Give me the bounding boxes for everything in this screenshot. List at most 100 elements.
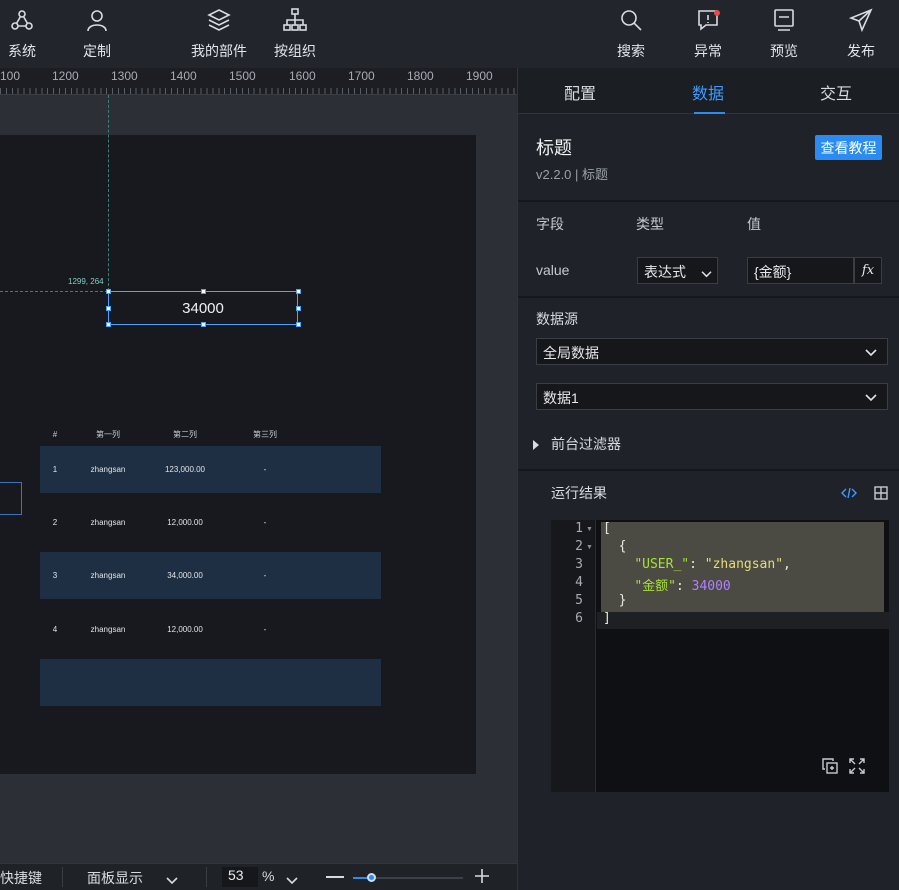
resize-handle[interactable] <box>296 289 301 294</box>
table-row[interactable]: 2 zhangsan 12,000.00 - <box>40 499 381 546</box>
datasource-select-value: 全局数据 <box>543 345 599 361</box>
view-tutorial-button[interactable]: 查看教程 <box>815 135 882 160</box>
panel-display-dropdown[interactable]: 面板显示 <box>87 868 143 888</box>
line-number: 4 <box>575 575 583 590</box>
table-cell: - <box>263 625 267 634</box>
frontend-filter-toggle[interactable]: 前台过滤器 <box>551 434 621 454</box>
active-tab-indicator <box>694 112 725 114</box>
field-column-header: 字段 <box>536 216 564 232</box>
canvas-area[interactable]: 100 1200 1300 1400 1500 1600 1700 1800 1… <box>0 68 517 863</box>
table-cell: - <box>263 571 267 580</box>
design-stage[interactable]: # 第一列 第二列 第三列 1 zhangsan 123,000.00 - 2 … <box>0 135 476 774</box>
resize-handle[interactable] <box>201 322 206 327</box>
chevron-down-icon[interactable] <box>286 873 298 889</box>
fullscreen-icon[interactable] <box>849 758 865 774</box>
table-cell: zhangsan <box>90 625 126 634</box>
field-type-value: 表达式 <box>644 264 686 280</box>
top-toolbar: 系统 定制 我的部件 按组织 搜索 异常 预览 发布 <box>0 0 899 68</box>
title-component-value: 34000 <box>182 299 224 317</box>
table-cell: 1 <box>52 465 58 474</box>
zoom-out-icon[interactable] <box>326 876 344 878</box>
tab-config[interactable]: 配置 <box>564 80 596 104</box>
toolbar-preview-button[interactable]: 预览 <box>754 8 814 61</box>
table-header-cell: 第三列 <box>253 429 277 439</box>
table-row[interactable]: 3 zhangsan 34,000.00 - <box>40 552 381 599</box>
table-row[interactable]: 1 zhangsan 123,000.00 - <box>40 446 381 493</box>
shortcuts-button[interactable]: 快捷键 <box>0 868 42 888</box>
run-result-label: 运行结果 <box>551 485 607 501</box>
value-column-header: 值 <box>747 216 761 232</box>
zoom-input[interactable]: 53 <box>222 867 258 887</box>
divider <box>206 867 207 887</box>
system-icon <box>10 8 34 37</box>
alert-notification-dot <box>714 10 720 16</box>
resize-handle[interactable] <box>106 322 111 327</box>
table-cell: zhangsan <box>90 571 126 580</box>
code-view-icon[interactable] <box>841 485 857 501</box>
caret-right-icon[interactable] <box>532 437 540 455</box>
line-number: 3 <box>575 557 583 572</box>
ruler-label: 1900 <box>466 69 493 83</box>
code-line: { <box>618 539 627 554</box>
code-line: [ <box>603 521 611 536</box>
toolbar-system-button[interactable]: 系统 <box>0 8 52 61</box>
divider <box>62 867 63 887</box>
dataset-select[interactable]: 数据1 <box>536 383 888 410</box>
offscreen-component-selection[interactable] <box>0 482 22 515</box>
resize-handle[interactable] <box>106 306 111 311</box>
preview-icon <box>772 8 796 37</box>
toolbar-alert-label: 异常 <box>694 43 722 59</box>
table-cell: - <box>263 518 267 527</box>
toolbar-search-button[interactable]: 搜索 <box>601 8 661 61</box>
toolbar-preview-label: 预览 <box>770 43 798 59</box>
chevron-down-icon[interactable] <box>166 873 178 889</box>
tab-interaction[interactable]: 交互 <box>820 80 852 104</box>
table-view-icon[interactable] <box>873 485 889 501</box>
divider <box>518 469 899 471</box>
fx-function-button[interactable]: fx <box>854 257 882 284</box>
zoom-slider-handle[interactable] <box>367 873 376 882</box>
resize-handle[interactable] <box>106 289 111 294</box>
table-header: # 第一列 第二列 第三列 <box>40 426 381 442</box>
result-code-editor[interactable]: 1 2 3 4 5 6 ▼ ▼ [ { "USER_": "zhangsan",… <box>551 520 889 792</box>
selected-title-component[interactable]: 34000 <box>108 291 298 325</box>
table-row-empty[interactable] <box>40 659 381 706</box>
toolbar-alert-button[interactable]: 异常 <box>678 8 738 61</box>
code-gutter: 1 2 3 4 5 6 ▼ ▼ <box>551 520 596 792</box>
field-type-select[interactable]: 表达式 <box>637 257 718 284</box>
ruler-label: 1300 <box>111 69 138 83</box>
alignment-guide-horizontal <box>0 291 108 292</box>
toolbar-my-widgets-button[interactable]: 我的部件 <box>189 8 249 61</box>
component-version: v2.2.0 | 标题 <box>536 167 609 182</box>
expression-input[interactable]: {金额} <box>747 257 854 284</box>
toolbar-custom-button[interactable]: 定制 <box>67 8 127 61</box>
layers-icon <box>207 8 231 37</box>
tab-data[interactable]: 数据 <box>692 80 724 104</box>
active-line-highlight <box>597 612 889 629</box>
line-number: 2 <box>575 539 583 554</box>
toolbar-publish-button[interactable]: 发布 <box>831 8 891 61</box>
horizontal-ruler[interactable]: 100 1200 1300 1400 1500 1600 1700 1800 1… <box>0 68 517 95</box>
toolbar-publish-label: 发布 <box>847 43 875 59</box>
toolbar-by-org-button[interactable]: 按组织 <box>265 8 325 61</box>
zoom-in-icon[interactable] <box>474 868 490 887</box>
datasource-select[interactable]: 全局数据 <box>536 338 888 365</box>
code-line: ] <box>603 611 611 626</box>
toolbar-system-label: 系统 <box>8 43 36 59</box>
table-cell: 2 <box>52 518 58 527</box>
copy-icon[interactable] <box>822 758 838 774</box>
user-icon <box>85 8 109 37</box>
table-row[interactable]: 4 zhangsan 12,000.00 - <box>40 606 381 653</box>
code-line: "金额": 34000 <box>634 579 731 594</box>
type-column-header: 类型 <box>636 216 664 232</box>
dataset-select-value: 数据1 <box>543 390 579 406</box>
fold-arrow-icon[interactable]: ▼ <box>586 544 593 551</box>
resize-handle[interactable] <box>296 306 301 311</box>
table-cell: - <box>263 465 267 474</box>
resize-handle[interactable] <box>296 322 301 327</box>
resize-handle[interactable] <box>201 289 206 294</box>
chevron-down-icon <box>701 266 712 282</box>
fold-arrow-icon[interactable]: ▼ <box>586 526 593 533</box>
toolbar-by-org-label: 按组织 <box>274 43 316 59</box>
table-header-cell: # <box>52 429 58 439</box>
